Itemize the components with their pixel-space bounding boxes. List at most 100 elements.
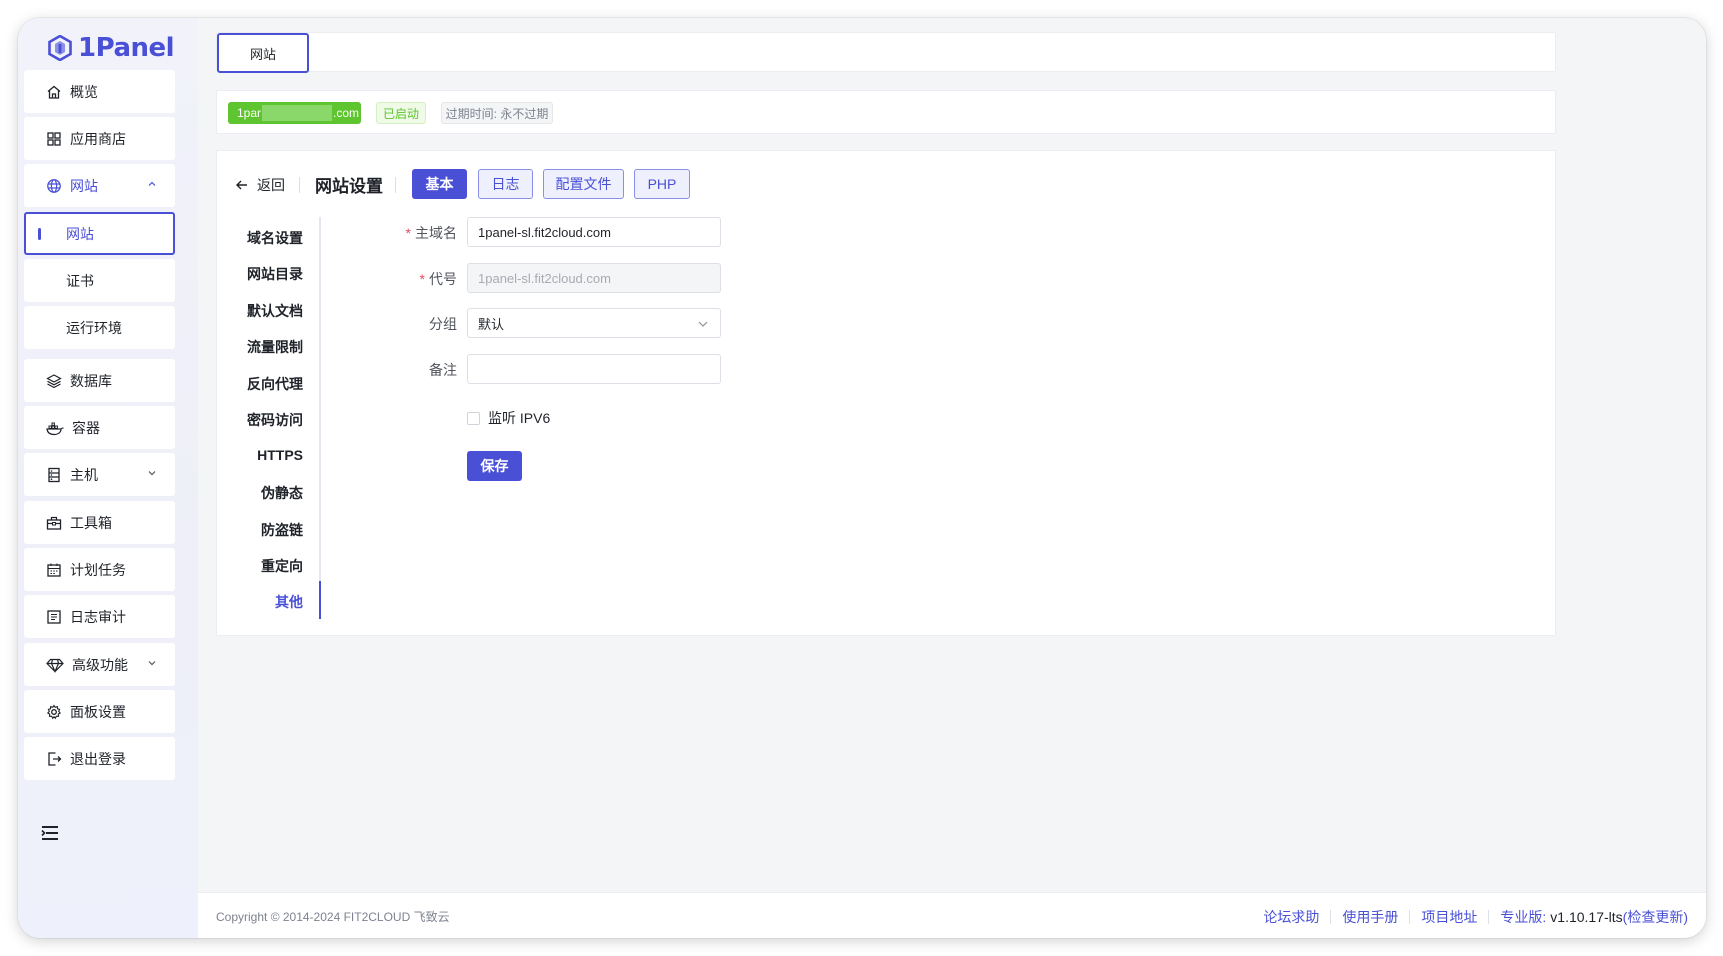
sidebar-item-database[interactable]: 数据库 xyxy=(24,359,175,402)
version-text: v1.10.17-lts xyxy=(1550,909,1623,925)
nav-other[interactable]: 其他 xyxy=(275,592,303,612)
diamond-icon xyxy=(46,658,64,673)
brand-name: 1Panel xyxy=(78,33,175,63)
sidebar-item-website[interactable]: 网站 xyxy=(24,164,175,207)
group-select-value: 默认 xyxy=(478,316,505,332)
forum-link[interactable]: 论坛求助 xyxy=(1252,907,1330,927)
nav-password-access[interactable]: 密码访问 xyxy=(247,410,303,430)
grid-icon xyxy=(47,131,61,146)
sidebar-item-logout[interactable]: 退出登录 xyxy=(24,737,175,780)
group-select[interactable]: 默认 xyxy=(467,308,721,338)
toolbox-icon xyxy=(46,516,62,530)
nav-rate-limit[interactable]: 流量限制 xyxy=(247,337,303,357)
expire-badge: 过期时间: 永不过期 xyxy=(441,102,553,124)
layers-icon xyxy=(46,373,62,388)
nav-redirect[interactable]: 重定向 xyxy=(261,556,303,576)
sidebar-item-overview[interactable]: 概览 xyxy=(24,70,175,113)
nav-default-document[interactable]: 默认文档 xyxy=(247,301,303,321)
tab-website[interactable]: 网站 xyxy=(217,33,309,73)
manual-link[interactable]: 使用手册 xyxy=(1331,907,1409,927)
remark-input[interactable] xyxy=(467,354,721,384)
page-title: 网站设置 xyxy=(315,177,383,196)
back-button[interactable]: 返回 xyxy=(235,175,285,195)
sidebar-item-label: 日志审计 xyxy=(70,608,126,625)
logo[interactable]: 1Panel xyxy=(48,26,175,70)
tab-basic[interactable]: 基本 xyxy=(412,169,467,199)
sidebar-item-host[interactable]: 主机 xyxy=(24,453,175,496)
nav-site-directory[interactable]: 网站目录 xyxy=(247,264,303,284)
tab-php[interactable]: PHP xyxy=(634,169,690,199)
footer: Copyright © 2014-2024 FIT2CLOUD 飞致云 论坛求助… xyxy=(198,892,1706,938)
calendar-icon xyxy=(47,563,61,577)
globe-icon xyxy=(47,178,61,193)
home-icon xyxy=(47,85,61,99)
required-mark: * xyxy=(405,225,411,241)
sidebar-item-label: 概览 xyxy=(70,83,98,100)
sidebar-item-advanced[interactable]: 高级功能 xyxy=(24,643,175,686)
sidebar-item-label: 高级功能 xyxy=(72,656,128,673)
log-icon xyxy=(47,609,61,624)
sidebar-item-label: 容器 xyxy=(72,419,100,436)
server-icon xyxy=(48,467,60,482)
domain-prefix: 1par xyxy=(237,106,262,120)
sidebar-subitem-runtime[interactable]: 运行环境 xyxy=(24,306,175,349)
sidebar-item-label: 退出登录 xyxy=(70,750,126,767)
sidebar-item-app-store[interactable]: 应用商店 xyxy=(24,117,175,160)
logout-icon xyxy=(48,751,62,766)
ipv6-checkbox[interactable] xyxy=(467,411,480,425)
footer-links: 论坛求助 使用手册 项目地址 专业版: v1.10.17-lts (检查更新) xyxy=(1252,907,1688,927)
tab-config-file[interactable]: 配置文件 xyxy=(543,169,624,199)
logo-icon xyxy=(48,35,72,61)
tab-bar: 网站 xyxy=(216,32,1556,73)
sidebar-item-label: 运行环境 xyxy=(66,319,122,336)
chevron-down-icon xyxy=(148,661,156,666)
label-text: 主域名 xyxy=(415,225,457,241)
arrow-left-icon xyxy=(236,180,247,190)
app-window: 1Panel 概览 应用商店 网站 网站 证书 运行环境 数据库 容器 主机 工… xyxy=(18,18,1706,938)
nav-https[interactable]: HTTPS xyxy=(257,447,303,463)
chevron-down-icon xyxy=(698,321,708,327)
required-mark: * xyxy=(419,271,425,287)
project-link[interactable]: 项目地址 xyxy=(1410,907,1488,927)
sidebar-item-label: 面板设置 xyxy=(70,703,126,720)
site-settings-panel: 返回 网站设置 基本 日志 配置文件 PHP 域名设置 网站目录 默认文档 流量… xyxy=(216,150,1556,636)
nav-anti-leech[interactable]: 防盗链 xyxy=(261,520,303,540)
nav-active-indicator xyxy=(319,581,321,619)
edition-label: 专业版: xyxy=(1500,909,1547,925)
sidebar-item-label: 网站 xyxy=(70,177,98,194)
check-update-link[interactable]: (检查更新) xyxy=(1623,907,1688,927)
sidebar-item-label: 计划任务 xyxy=(70,561,126,578)
collapse-sidebar-button[interactable] xyxy=(40,824,60,845)
alias-label: * 代号 xyxy=(393,269,457,289)
save-button[interactable]: 保存 xyxy=(467,451,522,481)
sidebar-item-panel-settings[interactable]: 面板设置 xyxy=(24,690,175,733)
status-badge: 已启动 xyxy=(376,102,426,124)
sidebar-item-toolbox[interactable]: 工具箱 xyxy=(24,501,175,544)
tab-log[interactable]: 日志 xyxy=(478,169,533,199)
remark-label: 备注 xyxy=(429,362,457,378)
sidebar-item-label: 数据库 xyxy=(70,372,112,389)
domain-suffix: .com xyxy=(333,106,360,120)
label-text: 代号 xyxy=(429,271,457,287)
main-area: 网站 1par .com 已启动 过期时间: 永不过期 返回 网站设置 基本 日志… xyxy=(198,18,1706,938)
redaction-mask xyxy=(262,105,333,121)
alias-input xyxy=(467,263,721,293)
sidebar-item-container[interactable]: 容器 xyxy=(24,406,175,449)
copyright: Copyright © 2014-2024 FIT2CLOUD 飞致云 xyxy=(216,910,450,924)
ipv6-checkbox-row[interactable]: 监听 IPV6 xyxy=(467,408,550,428)
sidebar-item-cron[interactable]: 计划任务 xyxy=(24,548,175,591)
group-label: 分组 xyxy=(429,316,457,332)
docker-icon xyxy=(46,422,64,435)
sidebar-item-log-audit[interactable]: 日志审计 xyxy=(24,595,175,638)
nav-rewrite[interactable]: 伪静态 xyxy=(261,483,303,503)
primary-domain-label: * 主域名 xyxy=(393,223,457,243)
menu-fold-icon xyxy=(41,826,58,840)
chevron-down-icon xyxy=(148,471,156,476)
primary-domain-input[interactable] xyxy=(467,217,721,247)
nav-reverse-proxy[interactable]: 反向代理 xyxy=(247,374,303,394)
sidebar-item-label: 网站 xyxy=(66,225,94,242)
sidebar-subitem-website[interactable]: 网站 xyxy=(24,212,175,255)
active-indicator xyxy=(38,228,41,240)
sidebar-subitem-certificate[interactable]: 证书 xyxy=(24,259,175,302)
nav-domain-settings[interactable]: 域名设置 xyxy=(247,228,303,248)
